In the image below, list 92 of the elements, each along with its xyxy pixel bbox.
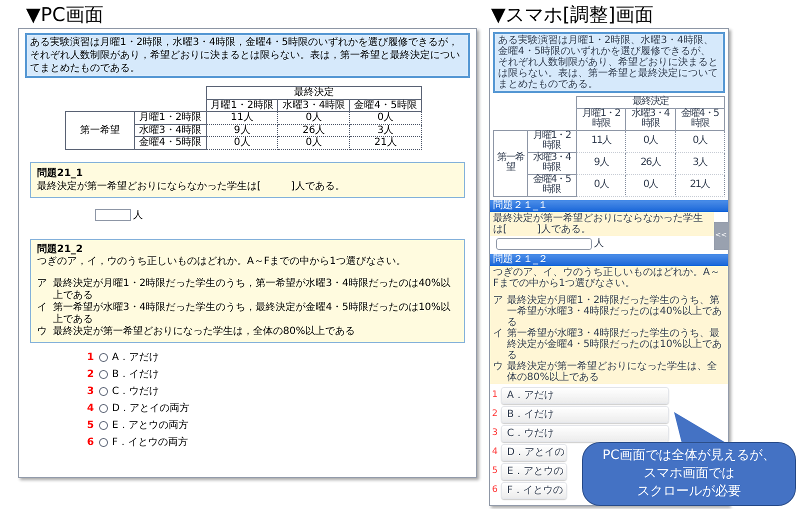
statement-text: 第一希望が水曜3・4時限だった学生のうち，最終決定が金曜4・5時限だったのは10%以上である: [53, 302, 452, 326]
intro-text: ある実験演習は月曜1・2時限、水曜3・4時限、金曜4・5時限のいずれかを選び履修できるが、それぞれ人数制限があり、希望どおりに決まるとは限らない。表は、第一希望と最終決定についてまとめたものである。: [493, 32, 725, 93]
table-row-header: 第一希望: [66, 112, 134, 149]
option-label[interactable]: E．アとウの両方: [112, 418, 188, 432]
question-header-bar: 問題２１_１: [490, 200, 728, 212]
statement-text: 最終決定が第一希望どおりになった学生は，全体の80%以上である: [53, 326, 356, 338]
radio-button[interactable]: [99, 420, 108, 430]
answer-field[interactable]: [95, 209, 131, 221]
question-header-bar: 問題２１_２: [490, 254, 728, 266]
table-cell: 0人: [350, 112, 422, 124]
table-row-label: 水曜3・4時限: [134, 124, 206, 136]
item-marker: イ: [37, 302, 48, 314]
table-cell: 0人: [626, 174, 676, 196]
table-row-label: 金曜4・5時限: [134, 136, 206, 149]
option-number: 2: [492, 408, 499, 420]
option-number: 4: [87, 402, 95, 414]
radio-button[interactable]: [99, 352, 108, 362]
question-text: 最終決定が第一希望どおりにならなかった学生は[ ]人である。: [490, 212, 714, 236]
intro-text: ある実験演習は月曜1・2時限，水曜3・4時限，金曜4・5時限のいずれかを選び履修できるが，それぞれ人数制限があり，希望どおりに決まるとは限らない。表は，第一希望と最終決定についてまとめたものである。: [25, 33, 470, 78]
section-heading: ▼スマホ[調整]画面: [490, 3, 654, 28]
question-text: つぎのア，イ，ウのうち正しいものはどれか。A～Fまでの中から1つ選びなさい。: [37, 256, 407, 268]
table-cell: 0人: [278, 112, 350, 124]
option-number: 6: [87, 436, 95, 448]
table-header: 月曜1・2時限: [206, 99, 278, 112]
option-label[interactable]: A．アだけ: [112, 350, 159, 364]
option-label[interactable]: D．アとイの両方: [112, 402, 190, 414]
table-cell: 11人: [576, 130, 626, 152]
radio-button[interactable]: [99, 404, 108, 412]
statement-text: 第一希望が水曜3・4時限だった学生のうち、最終決定が金曜4・5時限だったのは10%以上である: [507, 328, 723, 360]
statement-text: 最終決定が第一希望どおりになった学生は、全体の80%以上である: [507, 360, 718, 382]
statement-text: 最終決定が月曜1・2時限だった学生のうち、第一希望が水曜3・4時限だったのは40%以上である: [507, 294, 723, 328]
unit-label: 人: [594, 238, 604, 249]
table-header: 金曜4・5時限: [350, 99, 422, 112]
answer-field[interactable]: [496, 238, 592, 250]
table-cell: 26人: [626, 152, 676, 174]
item-marker: イ: [493, 328, 504, 340]
item-marker: ウ: [37, 326, 48, 338]
table-row-label: 金曜4・5時限: [527, 174, 576, 196]
option-button[interactable]: B．イだけ: [501, 406, 669, 422]
table-cell: 3人: [675, 152, 724, 174]
table-cell: 21人: [350, 136, 422, 149]
table-cell: 9人: [576, 152, 626, 174]
radio-button[interactable]: [99, 370, 108, 378]
option-number: 4: [492, 446, 499, 458]
table-cell: 0人: [278, 136, 350, 149]
table-header: 最終決定: [206, 86, 422, 99]
table-header: 月曜1・2時限: [576, 108, 626, 130]
table-row-label: 月曜1・2時限: [134, 112, 206, 124]
option-label[interactable]: F．イとウの両方: [112, 436, 188, 448]
option-number: 6: [492, 484, 499, 496]
section-heading: ▼PC画面: [25, 3, 104, 28]
statement-text: 最終決定が月曜1・2時限だった学生のうち，第一希望が水曜3・4時限だったのは40%以上である: [53, 278, 452, 302]
option-number: 5: [492, 466, 499, 476]
table-header: 水曜3・4時限: [626, 108, 676, 130]
table-row-header: 第一希望: [494, 130, 528, 196]
table-cell: 0人: [576, 174, 626, 196]
option-number: 5: [87, 418, 95, 432]
table-cell: 9人: [206, 124, 278, 136]
table-cell: 11人: [206, 112, 278, 124]
table-cell: 0人: [206, 136, 278, 149]
option-button[interactable]: F．イとウの: [501, 482, 567, 498]
question-text: つぎのア、イ、ウのうち正しいものはどれか。A～Fまでの中から1つ選びなさい。: [493, 266, 721, 288]
option-number: 3: [87, 384, 95, 398]
table-cell: 0人: [675, 130, 724, 152]
radio-button[interactable]: [99, 438, 108, 446]
table-cell: 21人: [675, 174, 724, 196]
table-header: 水曜3・4時限: [278, 99, 350, 112]
option-label[interactable]: C．ウだけ: [112, 384, 159, 398]
table-row-label: 月曜1・2時限: [527, 130, 576, 152]
table-cell: 26人: [278, 124, 350, 136]
option-button[interactable]: D．アとイの: [501, 444, 567, 460]
option-number: 2: [87, 368, 95, 380]
table-header: 最終決定: [576, 96, 724, 108]
question-title: 問題21_2: [37, 244, 84, 256]
item-marker: ア: [493, 294, 504, 308]
item-marker: ア: [37, 278, 48, 290]
option-label[interactable]: B．イだけ: [112, 368, 159, 380]
option-number: 3: [492, 428, 499, 438]
item-marker: ウ: [493, 360, 504, 374]
option-number: 1: [87, 350, 95, 364]
table-cell: 3人: [350, 124, 422, 136]
option-number: 1: [492, 390, 499, 400]
table-header: 金曜4・5時限: [675, 108, 724, 130]
table-cell: 0人: [626, 130, 676, 152]
radio-button[interactable]: [99, 386, 108, 396]
option-button[interactable]: E．アとウの: [501, 462, 567, 480]
option-button[interactable]: C．ウだけ: [501, 424, 669, 442]
option-button[interactable]: A．アだけ: [501, 386, 669, 404]
question-text: 最終決定が第一希望どおりにならなかった学生は[ ]人である。: [37, 180, 346, 192]
question-title: 問題21_1: [37, 166, 84, 180]
table-row-label: 水曜3・4時限: [527, 152, 576, 174]
unit-label: 人: [133, 208, 143, 222]
